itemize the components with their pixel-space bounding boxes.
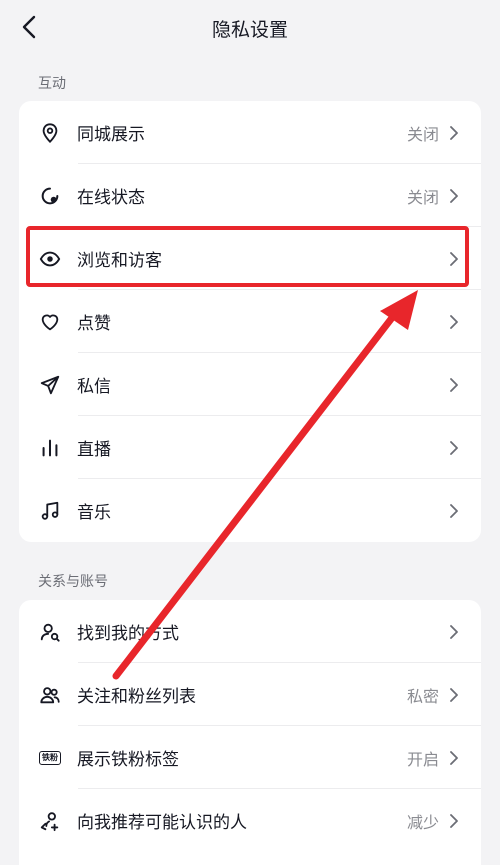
chevron-right-icon xyxy=(450,377,458,392)
row-follow-fans-list[interactable]: 关注和粉丝列表 私密 xyxy=(19,663,481,726)
people-icon xyxy=(38,683,62,707)
chevron-right-icon xyxy=(450,188,458,203)
section-label-interaction: 互动 xyxy=(38,76,66,92)
row-label: 同城展示 xyxy=(77,125,145,145)
row-label: 找到我的方式 xyxy=(77,624,179,644)
relations-card: 找到我的方式 关注和粉丝列表 私密 铁粉 展示铁粉标签 开启 向我推荐可能认识的… xyxy=(19,600,481,865)
privacy-settings-screen: 隐私设置 互动 同城展示 关闭 在线状态 关闭 浏览和访客 点赞 私信 直播 音… xyxy=(0,0,500,865)
fan-badge-icon: 铁粉 xyxy=(38,746,62,770)
chevron-right-icon xyxy=(450,440,458,455)
page-title: 隐私设置 xyxy=(211,18,288,41)
row-label: 直播 xyxy=(77,440,111,460)
row-value: 关闭 xyxy=(406,187,439,207)
row-value: 开启 xyxy=(406,749,439,769)
music-note-icon xyxy=(38,499,62,523)
row-label: 在线状态 xyxy=(77,188,145,208)
row-value: 减少 xyxy=(406,812,439,832)
eye-icon xyxy=(38,247,62,271)
row-label: 音乐 xyxy=(77,503,111,523)
location-pin-icon xyxy=(38,121,62,145)
row-browsing-visitors[interactable]: 浏览和访客 xyxy=(19,227,481,290)
chevron-right-icon xyxy=(450,813,458,828)
row-label: 私信 xyxy=(77,377,111,397)
row-music[interactable]: 音乐 xyxy=(19,479,481,542)
row-live[interactable]: 直播 xyxy=(19,416,481,479)
row-value: 私密 xyxy=(406,686,439,706)
live-bars-icon xyxy=(38,436,62,460)
chevron-right-icon xyxy=(450,125,458,140)
row-likes[interactable]: 点赞 xyxy=(19,290,481,353)
back-button[interactable] xyxy=(14,12,44,42)
person-search-icon xyxy=(38,620,62,644)
row-online-status[interactable]: 在线状态 关闭 xyxy=(19,164,481,227)
row-label: 点赞 xyxy=(77,314,111,334)
chevron-right-icon xyxy=(450,251,458,266)
chevron-right-icon xyxy=(450,503,458,518)
header: 隐私设置 xyxy=(0,0,500,56)
row-find-me[interactable]: 找到我的方式 xyxy=(19,600,481,663)
row-label: 关注和粉丝列表 xyxy=(77,687,196,707)
paper-plane-icon xyxy=(38,373,62,397)
row-label: 展示铁粉标签 xyxy=(77,750,179,770)
chevron-right-icon xyxy=(450,314,458,329)
chevron-left-icon xyxy=(22,15,36,39)
section-label-relations: 关系与账号 xyxy=(38,574,108,590)
row-city-display[interactable]: 同城展示 关闭 xyxy=(19,101,481,164)
row-recommend-people[interactable]: 向我推荐可能认识的人 减少 xyxy=(19,789,481,852)
row-value: 关闭 xyxy=(406,124,439,144)
interaction-card: 同城展示 关闭 在线状态 关闭 浏览和访客 点赞 私信 直播 音乐 xyxy=(19,101,481,542)
chevron-right-icon xyxy=(450,624,458,639)
chevron-right-icon xyxy=(450,687,458,702)
row-label: 浏览和访客 xyxy=(77,251,162,271)
heart-icon xyxy=(38,310,62,334)
person-recommend-icon xyxy=(38,809,62,833)
row-fan-badge[interactable]: 铁粉 展示铁粉标签 开启 xyxy=(19,726,481,789)
row-label: 向我推荐可能认识的人 xyxy=(77,813,247,833)
fan-badge-text: 铁粉 xyxy=(39,750,61,765)
row-direct-messages[interactable]: 私信 xyxy=(19,353,481,416)
chevron-right-icon xyxy=(450,750,458,765)
online-status-icon xyxy=(38,184,62,208)
